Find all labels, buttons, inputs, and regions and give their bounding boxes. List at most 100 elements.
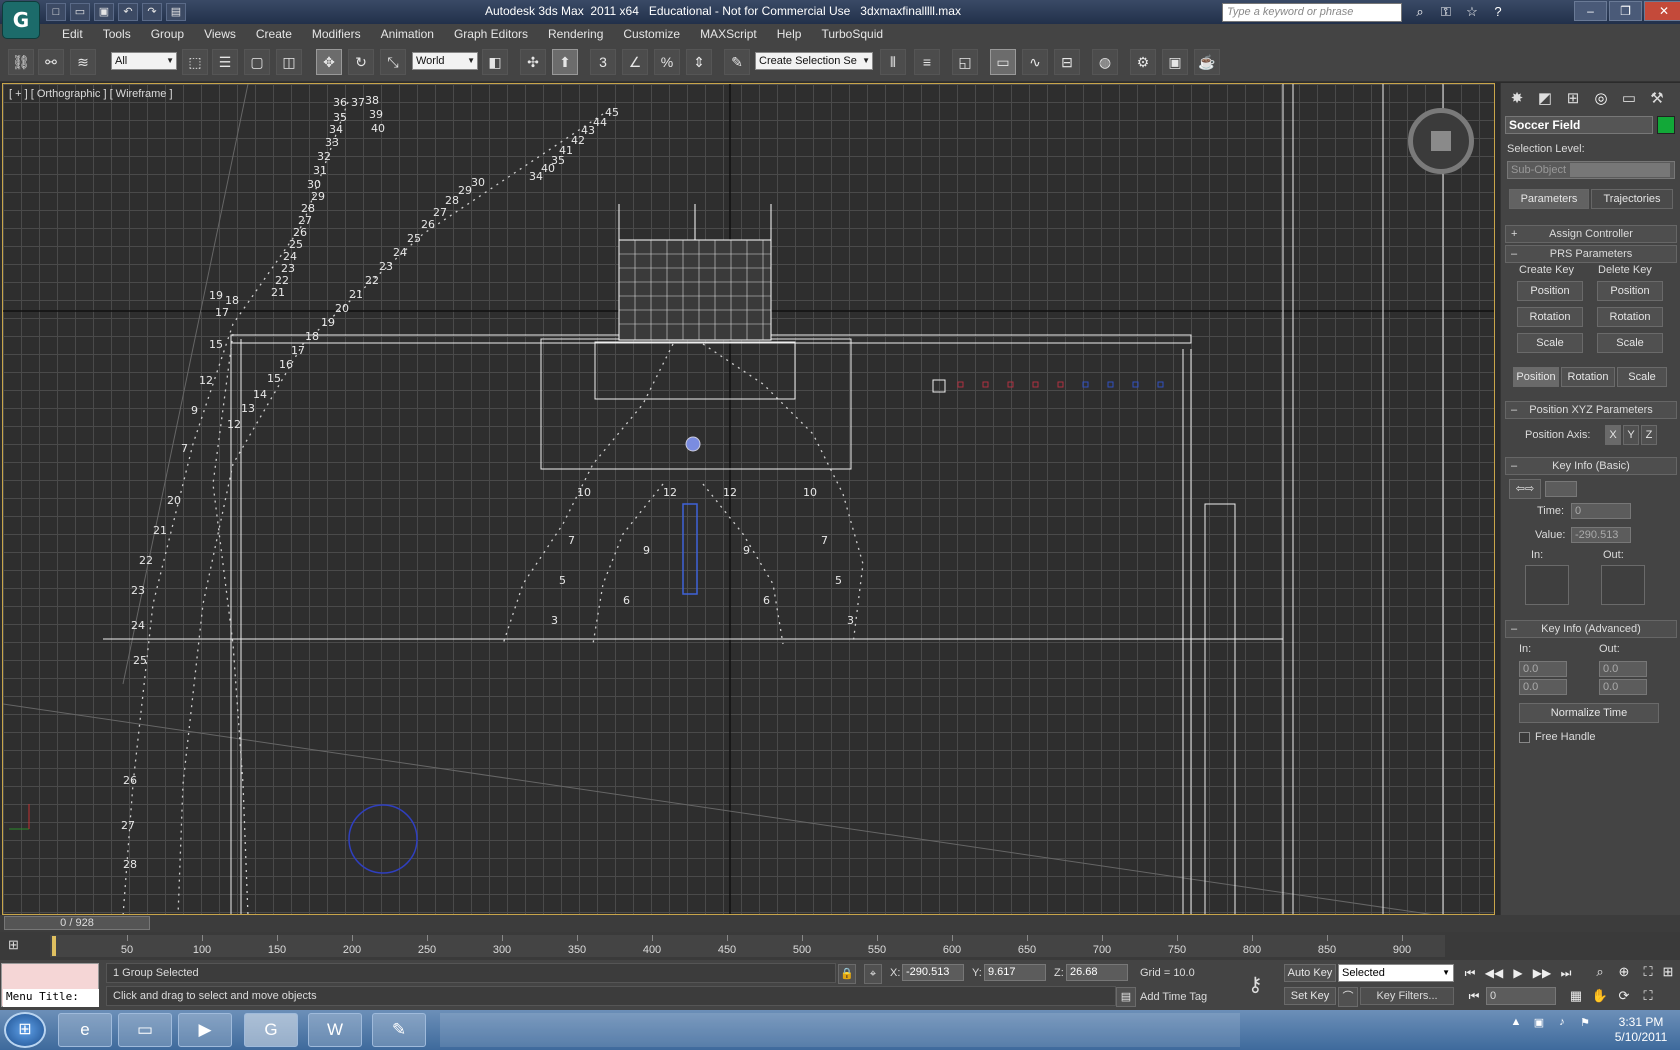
align-icon[interactable]: ≡ <box>914 49 940 75</box>
menu-animation[interactable]: Animation <box>371 24 444 44</box>
sub-object-dropdown[interactable]: Sub-Object <box>1507 161 1675 179</box>
rendered-frame-icon[interactable]: ▣ <box>1162 49 1188 75</box>
value-spinner[interactable]: -290.513 <box>1571 527 1631 543</box>
time-spinner[interactable]: 0 <box>1571 503 1631 519</box>
snaps-toggle-icon[interactable]: 3 <box>590 49 616 75</box>
delete-key-rotation-button[interactable]: Rotation <box>1597 307 1663 327</box>
object-name-field[interactable]: Soccer Field <box>1505 116 1653 134</box>
maxscript-input[interactable]: Menu Title: <box>3 989 99 1007</box>
auto-key-button[interactable]: Auto Key <box>1284 964 1336 982</box>
orbit-icon[interactable]: ⟳ <box>1614 986 1634 1006</box>
add-time-tag-button[interactable]: Add Time Tag <box>1140 991 1207 1003</box>
undo-icon[interactable]: ↶ <box>118 3 138 21</box>
pivot-center-icon[interactable]: ◧ <box>482 49 508 75</box>
delete-key-scale-button[interactable]: Scale <box>1597 333 1663 353</box>
zoom-extents-icon[interactable]: ⛶ <box>1638 962 1658 982</box>
graphite-toggle-icon[interactable]: ▭ <box>990 49 1016 75</box>
search-input[interactable]: Type a keyword or phrase <box>1222 3 1402 22</box>
parameters-tab[interactable]: Parameters <box>1509 189 1589 209</box>
adv-out-spinner[interactable]: 0.0 <box>1599 661 1647 677</box>
open-file-icon[interactable]: ▭ <box>70 3 90 21</box>
window-crossing-icon[interactable]: ◫ <box>276 49 302 75</box>
y-coordinate-field[interactable]: 9.617 <box>984 964 1046 981</box>
save-file-icon[interactable]: ▣ <box>94 3 114 21</box>
maximize-button[interactable]: ❐ <box>1609 1 1642 21</box>
menu-views[interactable]: Views <box>194 24 246 44</box>
keyboard-shortcut-toggle-icon[interactable]: ⬆ <box>552 49 578 75</box>
viewcube-icon[interactable] <box>1408 108 1474 174</box>
mode-scale-button[interactable]: Scale <box>1617 367 1667 387</box>
zoom-icon[interactable]: ⌕ <box>1590 962 1610 982</box>
menu-tools[interactable]: Tools <box>93 24 141 44</box>
selection-filter-dropdown[interactable]: All <box>111 52 177 70</box>
flag-icon[interactable]: ⚑ <box>1577 1016 1593 1032</box>
taskbar-clock[interactable]: 3:31 PM 5/10/2011 <box>1606 1015 1676 1045</box>
material-editor-icon[interactable]: ◍ <box>1092 49 1118 75</box>
reference-coord-dropdown[interactable]: World <box>412 52 478 70</box>
menu-turbosquid[interactable]: TurboSquid <box>811 24 893 44</box>
word-icon[interactable]: W <box>308 1013 362 1047</box>
track-bar-toggle-icon[interactable]: ⊞ <box>8 937 34 955</box>
schematic-view-icon[interactable]: ⊟ <box>1054 49 1080 75</box>
layer-manager-icon[interactable]: ◱ <box>952 49 978 75</box>
previous-frame-icon[interactable]: ◀◀ <box>1484 964 1504 982</box>
select-by-name-icon[interactable]: ☰ <box>212 49 238 75</box>
maximize-viewport-icon[interactable]: ⛶ <box>1638 986 1658 1006</box>
trajectories-tab[interactable]: Trajectories <box>1591 189 1673 209</box>
angle-snap-icon[interactable]: ∠ <box>622 49 648 75</box>
track-ruler[interactable]: 50 100 150 200 250 300 350 400 450 500 5… <box>50 935 1445 957</box>
go-to-end-icon[interactable]: ⏭ <box>1556 964 1576 982</box>
app-logo-icon[interactable]: G <box>2 1 40 39</box>
tray-arrow-icon[interactable]: ▲ <box>1508 1016 1524 1032</box>
current-frame-field[interactable]: 0 <box>1486 987 1556 1005</box>
key-number-field[interactable] <box>1545 481 1577 497</box>
select-manipulate-icon[interactable]: ✣ <box>520 49 546 75</box>
zoom-extents-all-icon[interactable]: ⊞ <box>1658 962 1678 982</box>
key-info-basic-rollout[interactable]: – Key Info (Basic) <box>1505 457 1677 475</box>
position-xyz-rollout[interactable]: – Position XYZ Parameters <box>1505 401 1677 419</box>
region-select-icon[interactable]: ▢ <box>244 49 270 75</box>
unlink-icon[interactable]: ⚯ <box>38 49 64 75</box>
create-tab-icon[interactable]: ✸ <box>1505 88 1529 110</box>
orthographic-viewport[interactable]: 36 37 38 39 35 40 34 33 32 31 30 29 28 2… <box>2 83 1495 915</box>
redo-icon[interactable]: ↷ <box>142 3 162 21</box>
play-icon[interactable]: ▶ <box>1508 964 1528 982</box>
menu-graph-editors[interactable]: Graph Editors <box>444 24 538 44</box>
axis-x-button[interactable]: X <box>1605 425 1621 445</box>
explorer-icon[interactable]: ▭ <box>118 1013 172 1047</box>
pan-icon[interactable]: ✋ <box>1590 986 1610 1006</box>
mirror-icon[interactable]: ⫴ <box>880 49 906 75</box>
axis-y-button[interactable]: Y <box>1623 425 1639 445</box>
out-tangent-curve-icon[interactable] <box>1601 565 1645 605</box>
field-of-view-icon[interactable]: ▦ <box>1566 986 1586 1006</box>
selection-set-dropdown[interactable]: Selected <box>1338 964 1454 982</box>
media-player-icon[interactable]: ▶ <box>178 1013 232 1047</box>
time-slider[interactable]: 0 / 928 <box>0 915 1680 932</box>
move-icon[interactable]: ✥ <box>316 49 342 75</box>
prs-parameters-rollout[interactable]: – PRS Parameters <box>1505 245 1677 263</box>
modify-tab-icon[interactable]: ◩ <box>1533 88 1557 110</box>
menu-group[interactable]: Group <box>141 24 194 44</box>
key-nav-arrows-icon[interactable]: ⇦⇨ <box>1509 479 1541 499</box>
project-folder-icon[interactable]: ▤ <box>166 3 186 21</box>
link-icon[interactable]: ⛓ <box>8 49 34 75</box>
set-key-button[interactable]: Set Key <box>1284 987 1336 1005</box>
lock-selection-icon[interactable]: 🔒 <box>838 964 856 984</box>
menu-edit[interactable]: Edit <box>52 24 93 44</box>
curve-editor-icon[interactable]: ∿ <box>1022 49 1048 75</box>
set-key-icon[interactable]: ⚷ <box>1248 972 1263 997</box>
adv-out-spinner-2[interactable]: 0.0 <box>1599 679 1647 695</box>
key-info-advanced-rollout[interactable]: – Key Info (Advanced) <box>1505 620 1677 638</box>
utilities-tab-icon[interactable]: ⚒ <box>1645 88 1669 110</box>
key-icon[interactable]: ⚿ <box>1436 3 1456 21</box>
normalize-time-button[interactable]: Normalize Time <box>1519 703 1659 723</box>
key-mode-toggle-icon[interactable]: ⏮ <box>1464 987 1484 1005</box>
new-file-icon[interactable]: □ <box>46 3 66 21</box>
create-key-scale-button[interactable]: Scale <box>1517 333 1583 353</box>
menu-rendering[interactable]: Rendering <box>538 24 613 44</box>
minimize-button[interactable]: – <box>1574 1 1607 21</box>
named-selection-dropdown[interactable]: Create Selection Se <box>755 52 873 70</box>
render-production-icon[interactable]: ☕ <box>1194 49 1220 75</box>
hierarchy-tab-icon[interactable]: ⊞ <box>1561 88 1585 110</box>
volume-icon[interactable]: ♪ <box>1554 1016 1570 1032</box>
